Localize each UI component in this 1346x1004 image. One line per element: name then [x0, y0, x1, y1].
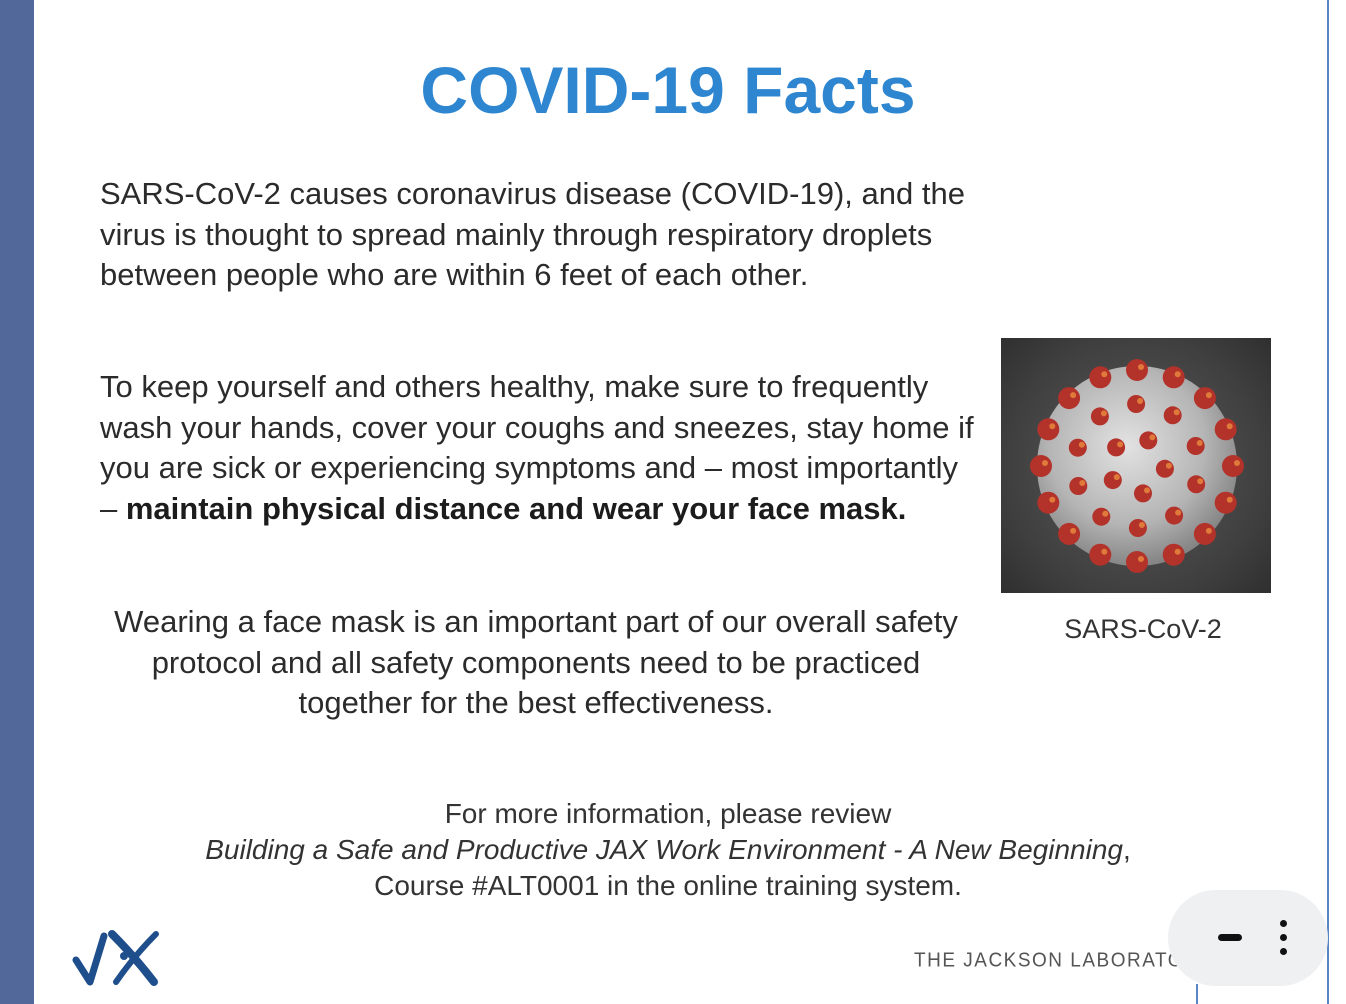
virus-spike — [1107, 438, 1126, 457]
floating-controls — [1168, 890, 1328, 986]
virus-protein-dot — [1070, 392, 1077, 399]
virus-spike — [1163, 406, 1182, 425]
virus-spike — [1068, 438, 1087, 457]
virus-spike — [1089, 366, 1112, 389]
frame-edge — [1196, 984, 1198, 1004]
virus-spike — [1165, 506, 1184, 525]
minimize-icon[interactable] — [1212, 924, 1246, 952]
virus-protein-dot — [1197, 478, 1204, 485]
virus-protein-dot — [1149, 434, 1156, 441]
virus-spike — [1214, 418, 1237, 441]
virus-protein-dot — [1174, 548, 1181, 555]
virus-protein-dot — [1049, 423, 1056, 430]
minimize-glyph — [1218, 934, 1242, 941]
virus-spike — [1058, 387, 1081, 410]
virus-protein-dot — [1101, 371, 1108, 378]
virus-spike — [1214, 491, 1237, 514]
virus-spike — [1126, 359, 1148, 381]
virus-spike — [1090, 407, 1109, 426]
virus-protein-dot — [1226, 423, 1233, 430]
right-frame-border — [1327, 0, 1329, 1004]
virus-protein-dot — [1138, 522, 1145, 528]
virus-spike — [1134, 484, 1152, 503]
virus-spike — [1037, 491, 1060, 514]
virus-spike — [1162, 366, 1185, 389]
more-dot — [1280, 934, 1287, 941]
virus-protein-dot — [1138, 556, 1144, 562]
paragraph-transmission: SARS-CoV-2 causes coronavirus disease (C… — [100, 176, 965, 292]
virus-spike — [1186, 437, 1205, 455]
jax-logo — [72, 926, 164, 988]
more-info-block: For more information, please review Buil… — [34, 796, 1302, 904]
virus-protein-dot — [1079, 480, 1086, 486]
info-line-2: Building a Safe and Productive JAX Work … — [34, 832, 1302, 868]
paragraph-prevention: To keep yourself and others healthy, mak… — [100, 367, 980, 529]
virus-protein-dot — [1174, 371, 1181, 378]
info-line-1: For more information, please review — [444, 798, 892, 829]
virus-spike — [1037, 418, 1060, 441]
virus-spike — [1162, 543, 1185, 566]
virus-image — [1001, 338, 1271, 593]
course-title-comma: , — [1122, 834, 1131, 865]
virus-spike — [1092, 507, 1111, 526]
virus-protein-dot — [1196, 440, 1203, 446]
more-dot — [1280, 920, 1287, 927]
jax-logo-icon — [72, 930, 159, 986]
virus-spike — [1128, 519, 1147, 537]
left-frame-bar — [0, 0, 34, 1004]
virus-protein-dot — [1070, 527, 1077, 534]
virus-spike — [1139, 431, 1158, 450]
virus-spike — [1187, 475, 1206, 494]
virus-spike — [1058, 522, 1081, 545]
virus-protein-dot — [1173, 409, 1180, 416]
paragraph-prevention-emphasis: maintain physical distance and wear your… — [125, 490, 907, 526]
virus-protein-dot — [1049, 496, 1056, 503]
more-vertical-icon[interactable] — [1268, 918, 1298, 958]
virus-protein-dot — [1101, 548, 1108, 555]
virus-spike — [1103, 471, 1122, 490]
virus-protein-dot — [1078, 441, 1085, 448]
virus-protein-dot — [1144, 487, 1150, 494]
virus-illustration — [1030, 359, 1244, 573]
virus-spike — [1089, 543, 1112, 566]
virus-protein-dot — [1226, 496, 1233, 503]
image-caption: SARS-CoV-2 — [1064, 614, 1222, 644]
course-title: Building a Safe and Productive JAX Work … — [205, 834, 1123, 865]
virus-spike — [1193, 522, 1216, 545]
virus-protein-dot — [1205, 527, 1212, 534]
virus-spike — [1222, 455, 1244, 477]
virus-spike — [1069, 477, 1088, 495]
virus-spike — [1193, 387, 1216, 410]
virus-spike — [1126, 551, 1148, 573]
virus-protein-dot — [1042, 460, 1048, 466]
virus-protein-dot — [1138, 364, 1144, 370]
virus-protein-dot — [1113, 474, 1120, 481]
paragraph-face-mask: Wearing a face mask is an important part… — [114, 604, 958, 720]
slide-title: COVID-19 Facts — [420, 53, 916, 127]
virus-spike — [1127, 395, 1146, 413]
virus-protein-dot — [1175, 509, 1182, 516]
info-line-3: Course #ALT0001 in the online training s… — [374, 870, 962, 901]
virus-protein-dot — [1117, 441, 1124, 448]
virus-protein-dot — [1137, 398, 1144, 404]
virus-protein-dot — [1102, 510, 1109, 517]
more-dot — [1280, 948, 1287, 955]
virus-protein-dot — [1100, 410, 1107, 417]
virus-spike — [1155, 459, 1174, 478]
virus-protein-dot — [1205, 392, 1212, 399]
lab-name: THE JACKSON LABORATORY — [914, 949, 1214, 972]
virus-protein-dot — [1165, 462, 1172, 469]
virus-protein-dot — [1234, 460, 1240, 466]
virus-spike — [1030, 455, 1052, 477]
